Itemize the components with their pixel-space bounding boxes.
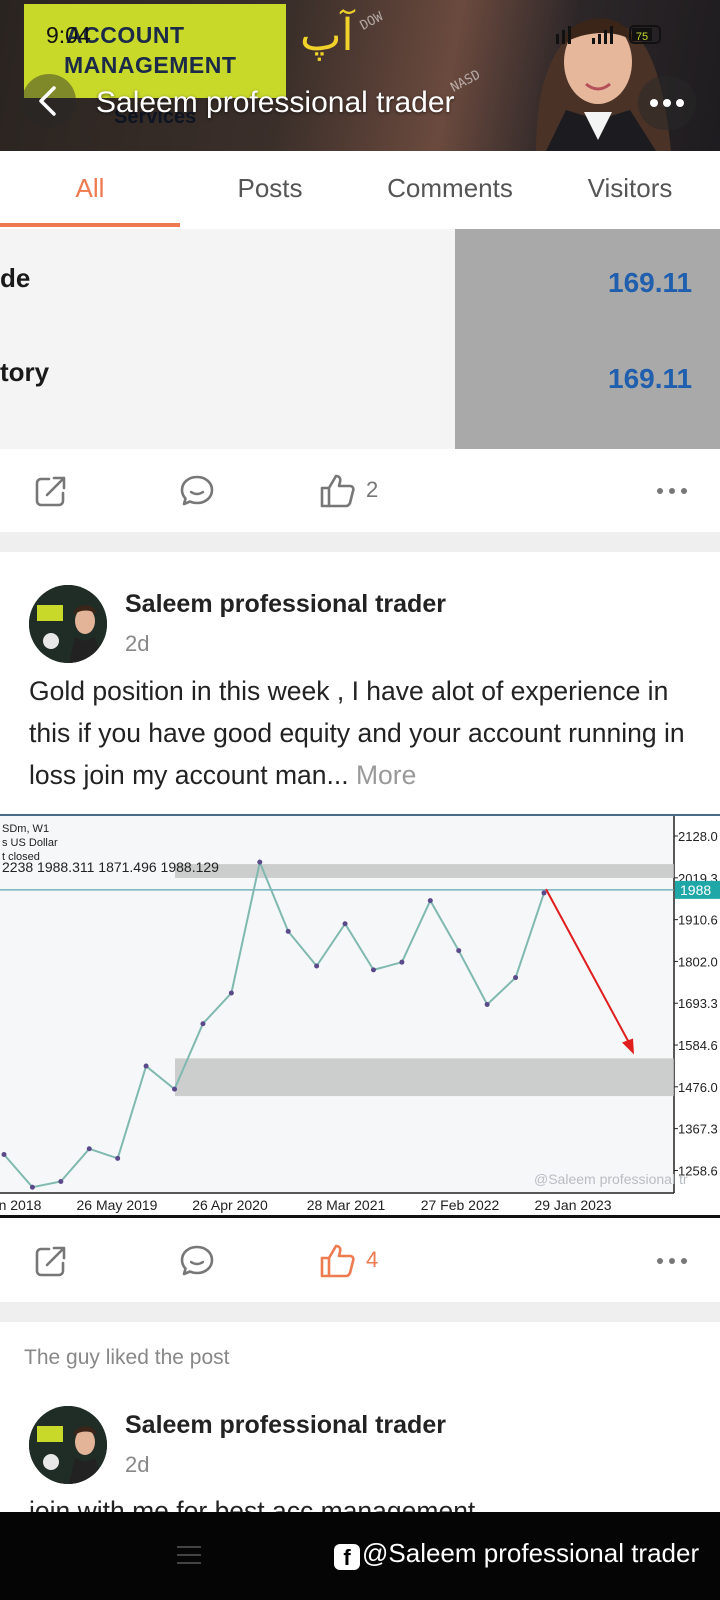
y-tick-label: 1693.3 — [678, 996, 718, 1011]
price-point — [370, 967, 376, 973]
tab-all[interactable]: All — [0, 173, 180, 204]
price-point — [1, 1152, 7, 1158]
y-tick-label: 1584.6 — [678, 1038, 718, 1053]
supply-demand-zone — [175, 864, 674, 878]
gold-chart: 2128.02019.31910.61802.01693.31584.61476… — [0, 816, 720, 1215]
banner-text: MANAGEMENT — [64, 52, 237, 78]
banner-urdu-text: آپ — [300, 10, 354, 61]
divider — [0, 1302, 720, 1322]
chevron-left-icon — [39, 86, 56, 116]
post-author[interactable]: Saleem professional trader — [125, 1411, 446, 1440]
price-point — [285, 928, 291, 934]
tab-comments[interactable]: Comments — [360, 173, 540, 204]
chart-header: SDm, W1 — [2, 823, 49, 835]
more-dots-icon[interactable] — [652, 471, 692, 511]
tab-posts[interactable]: Posts — [180, 173, 360, 204]
activity-note: The guy liked the post — [24, 1346, 230, 1369]
avatar[interactable] — [29, 1406, 107, 1484]
y-tick-label: 1910.6 — [678, 913, 718, 928]
chart-ohlc: 2238 1988.311 1871.496 1988.129 — [2, 859, 219, 875]
chart-header: s US Dollar — [2, 837, 58, 849]
current-price-label: 1988 — [680, 882, 711, 898]
price-point — [456, 948, 462, 954]
post-time: 2d — [125, 1452, 150, 1477]
image-panel — [455, 229, 720, 449]
y-tick-label: 1476.0 — [678, 1080, 718, 1095]
watermark-text: @Saleem professional trader — [362, 1538, 700, 1568]
back-button[interactable] — [22, 74, 76, 128]
like-count: 4 — [366, 1247, 379, 1272]
divider — [0, 532, 720, 552]
price-point — [172, 1086, 178, 1092]
comment-icon[interactable] — [177, 471, 217, 511]
comment-icon[interactable] — [177, 1241, 217, 1281]
price-point — [115, 1155, 121, 1161]
more-link[interactable]: More — [356, 760, 416, 790]
page-title: Saleem professional trader — [96, 86, 455, 119]
like-count: 2 — [366, 477, 379, 502]
image-label: de — [0, 263, 31, 293]
price-point — [427, 898, 433, 904]
x-tick-label: 26 May 2019 — [77, 1197, 158, 1213]
tab-visitors[interactable]: Visitors — [540, 173, 720, 204]
price-point — [143, 1063, 149, 1069]
post-action-bar: 4 — [0, 1221, 720, 1301]
image-value: 169.11 — [608, 267, 693, 298]
menu-icon[interactable] — [176, 1542, 202, 1568]
price-point — [541, 890, 547, 896]
more-dots-icon[interactable] — [652, 1241, 692, 1281]
tab-bar: All Posts Comments Visitors — [0, 151, 720, 229]
status-icons: 75 — [556, 25, 661, 44]
post-action-bar: 2 — [0, 451, 720, 531]
image-label: tory — [0, 357, 50, 387]
like-icon-active[interactable] — [318, 1241, 358, 1281]
chart-watermark: @Saleem professional tr — [534, 1171, 688, 1187]
y-tick-label: 1802.0 — [678, 954, 718, 969]
x-tick-label: 28 Mar 2021 — [307, 1197, 386, 1213]
price-point — [257, 859, 263, 865]
price-point — [484, 1002, 490, 1007]
price-point — [314, 963, 320, 969]
battery-level: 75 — [636, 31, 648, 43]
y-tick-label: 2128.0 — [678, 829, 718, 844]
more-dots-icon — [650, 99, 684, 107]
price-point — [58, 1178, 64, 1184]
price-point — [399, 959, 405, 965]
share-icon[interactable] — [31, 1241, 71, 1281]
x-tick-label: 26 Apr 2020 — [192, 1197, 268, 1213]
facebook-watermark: f @Saleem professional trader — [334, 1538, 699, 1570]
post-chart-image[interactable]: 2128.0 2019.3 1910.6 1802.0 1693.3 1584.6 1476… — [0, 814, 720, 1218]
profile-header: ACCOUNT MANAGEMENT Services آپ DOW NASD … — [0, 0, 720, 151]
status-time: 9:04 — [46, 22, 91, 48]
x-tick-label: 29 Jan 2023 — [534, 1197, 611, 1213]
price-point — [29, 1184, 35, 1190]
post-text: Gold position in this week , I have alot… — [29, 670, 709, 796]
header-more-button[interactable] — [638, 76, 696, 130]
x-tick-label: 27 Feb 2022 — [421, 1197, 500, 1213]
supply-demand-zone — [175, 1058, 674, 1097]
active-tab-indicator — [0, 223, 180, 227]
facebook-icon: f — [334, 1544, 360, 1570]
post-time: 2d — [125, 631, 150, 656]
share-icon[interactable] — [31, 471, 71, 511]
x-tick-label: n 2018 — [0, 1197, 42, 1213]
avatar[interactable] — [29, 585, 107, 663]
price-point — [513, 975, 519, 981]
bottom-navigation-bar: f @Saleem professional trader — [0, 1512, 720, 1600]
banner-ticker: DOW — [357, 9, 386, 34]
like-icon[interactable] — [318, 471, 358, 511]
price-point — [228, 990, 234, 996]
avatar-image — [29, 1406, 107, 1484]
post-author[interactable]: Saleem professional trader — [125, 590, 446, 619]
price-point — [86, 1146, 92, 1152]
price-point — [342, 921, 348, 927]
previous-post-image[interactable]: de 169.11 tory 169.11 — [0, 229, 720, 449]
image-value: 169.11 — [608, 363, 693, 394]
y-tick-label: 1367.3 — [678, 1122, 718, 1137]
avatar-image — [29, 585, 107, 663]
price-point — [200, 1021, 206, 1027]
